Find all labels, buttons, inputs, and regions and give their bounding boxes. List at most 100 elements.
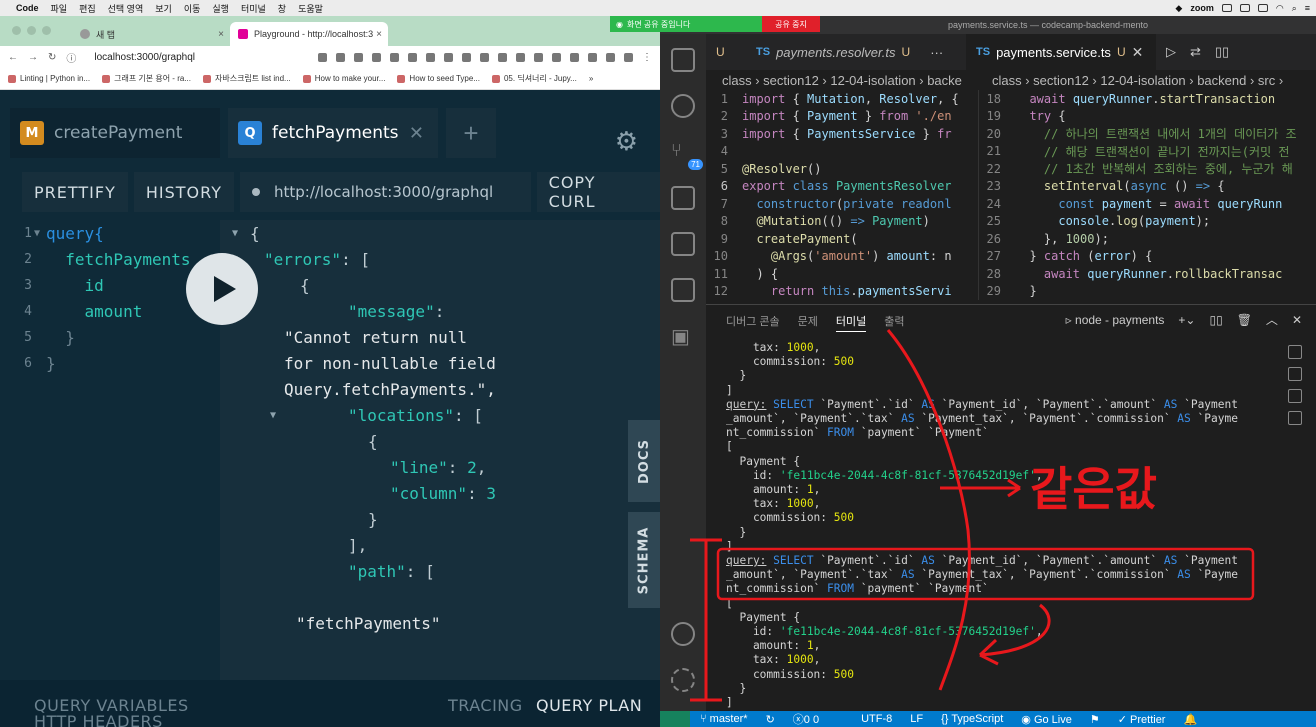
- docker-icon[interactable]: ▣: [671, 324, 695, 348]
- feedback-icon[interactable]: ⚑: [1090, 713, 1100, 726]
- extensions-icon[interactable]: [671, 278, 695, 302]
- source-control-icon[interactable]: ⑂ 71: [671, 140, 703, 170]
- query-plan-tab[interactable]: QUERY PLAN: [536, 696, 642, 715]
- run-icon[interactable]: ▷: [1166, 44, 1176, 60]
- breadcrumb-right[interactable]: class › section12 › 12-04-isolation › ba…: [992, 70, 1316, 90]
- manage-gear-icon[interactable]: [671, 668, 695, 692]
- service-code-editor[interactable]: 18 await queryRunner. startTransaction 19…: [978, 90, 1316, 300]
- problems-status[interactable]: ⓧ0 0: [793, 711, 819, 727]
- compare-icon[interactable]: ⇄: [1190, 44, 1201, 60]
- search-icon[interactable]: [671, 94, 695, 118]
- terminal-instance-icon[interactable]: [1288, 411, 1302, 425]
- extension-icon[interactable]: [552, 52, 561, 62]
- reload-icon[interactable]: ↻: [48, 52, 56, 63]
- extension-icon[interactable]: [624, 52, 633, 62]
- extension-icon[interactable]: [570, 52, 579, 62]
- resolver-code-editor[interactable]: 1 import { Mutation, Resolver, { 2 import …: [706, 90, 976, 300]
- terminal-instance-icon[interactable]: [1288, 389, 1302, 403]
- bookmark-item[interactable]: 05. 딕셔너리 - Jupy...: [491, 73, 577, 84]
- prettier-status[interactable]: ✓ Prettier: [1118, 713, 1166, 726]
- wifi-icon[interactable]: ◠: [1276, 3, 1284, 14]
- breadcrumb-left[interactable]: class › section12 › 12-04-isolation › ba…: [722, 70, 976, 90]
- panel-tab-debug-console[interactable]: 디버그 콘솔: [726, 313, 780, 332]
- menu-terminal[interactable]: 터미널: [241, 2, 266, 15]
- zoom-status[interactable]: zoom: [1190, 3, 1214, 13]
- more-menu-icon[interactable]: ⋮: [642, 52, 652, 63]
- extension-icon[interactable]: [480, 52, 489, 62]
- history-button[interactable]: HISTORY: [133, 172, 234, 212]
- stop-share-button[interactable]: 공유 중지: [762, 16, 820, 32]
- bookmark-item[interactable]: 자바스크립트 list ind...: [202, 73, 291, 84]
- fold-icon[interactable]: ▼: [220, 228, 250, 239]
- bookmark-item[interactable]: Linting | Python in...: [8, 74, 90, 83]
- settings-gear-icon[interactable]: ⚙: [615, 126, 638, 157]
- account-icon[interactable]: [671, 622, 695, 646]
- menu-help[interactable]: 도움말: [298, 2, 323, 15]
- browser-tab-playground[interactable]: Playground - http://localhost:3 ×: [230, 22, 388, 46]
- fold-icon[interactable]: ▼: [34, 228, 46, 239]
- extension-icon[interactable]: [534, 52, 543, 62]
- extension-icon[interactable]: [318, 52, 327, 62]
- explorer-icon[interactable]: [671, 48, 695, 72]
- close-panel-icon[interactable]: ✕: [1292, 313, 1302, 327]
- language-status[interactable]: {} TypeScript: [941, 713, 1003, 725]
- trash-icon[interactable]: 🗑: [1237, 313, 1252, 327]
- editor-tab-resolver[interactable]: TS payments.resolver.ts U ···: [746, 34, 966, 70]
- close-tab-icon[interactable]: ×: [376, 29, 382, 40]
- status-icon-3[interactable]: [1257, 4, 1268, 12]
- status-icon-2[interactable]: [1239, 4, 1250, 12]
- menu-app-name[interactable]: Code: [16, 3, 39, 13]
- extension-icon[interactable]: [372, 52, 381, 62]
- prettify-button[interactable]: PRETTIFY: [22, 172, 128, 212]
- panel-tab-output[interactable]: 출력: [884, 313, 904, 332]
- split-terminal-icon[interactable]: ▯▯: [1209, 313, 1222, 327]
- terminal-select[interactable]: ▹ node - payments: [1066, 313, 1165, 327]
- add-tab-button[interactable]: +: [446, 108, 496, 158]
- bookmark-item[interactable]: How to seed Type...: [397, 74, 480, 83]
- extension-icon[interactable]: [606, 52, 615, 62]
- go-live-button[interactable]: ◉ Go Live: [1021, 713, 1072, 726]
- fold-icon[interactable]: ▼: [220, 410, 326, 421]
- menu-selection[interactable]: 선택 영역: [108, 2, 144, 15]
- maximize-panel-icon[interactable]: ︿: [1266, 311, 1278, 328]
- terminal-output[interactable]: tax: 1000, commission: 500 } ] query: SE…: [726, 341, 1246, 710]
- execute-query-button[interactable]: [186, 253, 258, 325]
- extension-icon[interactable]: [444, 52, 453, 62]
- branch-status[interactable]: ⑂ master*: [700, 713, 748, 725]
- terminal-instance-icon[interactable]: [1288, 345, 1302, 359]
- control-center-icon[interactable]: ≡: [1305, 3, 1310, 13]
- search-icon[interactable]: ⌕: [1292, 3, 1297, 14]
- tab-fetch-payments[interactable]: Q fetchPayments ✕: [228, 108, 438, 158]
- extension-icon[interactable]: [426, 52, 435, 62]
- tab-create-payment[interactable]: M createPayment: [10, 108, 220, 158]
- remote-explorer-icon[interactable]: [671, 232, 695, 256]
- run-debug-icon[interactable]: [671, 186, 695, 210]
- browser-tab-new[interactable]: 새 탭 ×: [72, 22, 230, 46]
- copy-curl-button[interactable]: COPY CURL: [536, 172, 660, 212]
- dropbox-icon[interactable]: ◆: [1175, 3, 1182, 14]
- close-tab-icon[interactable]: ✕: [1132, 44, 1144, 61]
- remote-indicator[interactable]: [660, 711, 690, 727]
- editor-tab-hidden[interactable]: U: [706, 34, 746, 70]
- menu-file[interactable]: 파일: [51, 2, 68, 15]
- panel-tab-terminal[interactable]: 터미널: [835, 313, 867, 332]
- menu-edit[interactable]: 편집: [79, 2, 96, 15]
- encoding-status[interactable]: UTF-8: [861, 713, 892, 725]
- notifications-icon[interactable]: 🔔: [1183, 713, 1197, 726]
- endpoint-input[interactable]: http://localhost:3000/graphql: [239, 172, 531, 212]
- tracing-tab[interactable]: TRACING: [448, 696, 523, 715]
- close-window-icon[interactable]: [12, 26, 21, 35]
- close-tab-icon[interactable]: ×: [218, 29, 224, 40]
- split-editor-icon[interactable]: ▯▯: [1215, 44, 1229, 60]
- extension-icon[interactable]: [462, 52, 471, 62]
- docs-tab[interactable]: DOCS: [628, 420, 660, 502]
- menu-go[interactable]: 이동: [184, 2, 201, 15]
- extension-icon[interactable]: [588, 52, 597, 62]
- extension-icon[interactable]: [336, 52, 345, 62]
- http-headers-tab[interactable]: HTTP HEADERS: [34, 712, 163, 727]
- menu-window[interactable]: 창: [278, 2, 286, 15]
- new-terminal-icon[interactable]: +⌄: [1178, 313, 1195, 327]
- more-actions-icon[interactable]: ···: [930, 45, 943, 60]
- more-bookmarks-icon[interactable]: »: [589, 74, 593, 83]
- menu-run[interactable]: 실행: [212, 2, 229, 15]
